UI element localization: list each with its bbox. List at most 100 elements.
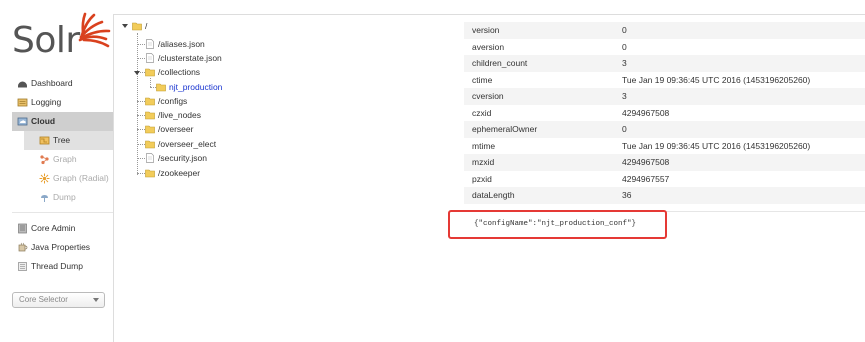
file-icon bbox=[146, 53, 154, 63]
sidebar-item-thread-dump[interactable]: Thread Dump bbox=[12, 257, 113, 276]
property-key: cversion bbox=[472, 91, 504, 101]
node-properties-table: version 0 aversion 0 children_count 3 ctime… bbox=[464, 22, 865, 204]
sidebar-item-label: Thread Dump bbox=[31, 261, 83, 271]
sidebar-subitem-label: Graph (Radial) bbox=[53, 173, 109, 183]
tree-connector bbox=[150, 78, 151, 87]
property-row: czxid 4294967508 bbox=[464, 105, 865, 122]
property-row: cversion 3 bbox=[464, 88, 865, 105]
folder-icon bbox=[132, 22, 142, 31]
property-key: mzxid bbox=[472, 157, 495, 167]
sidebar-subitem-label: Tree bbox=[53, 135, 71, 145]
file-icon bbox=[146, 153, 154, 163]
property-row: version 0 bbox=[464, 22, 865, 39]
tree-icon bbox=[39, 136, 50, 145]
tree-connector bbox=[137, 158, 145, 159]
property-key: dataLength bbox=[472, 190, 515, 200]
property-value: 4294967557 bbox=[622, 173, 670, 184]
sidebar-subitem-dump[interactable]: Dump bbox=[24, 188, 113, 207]
property-row: dataLength 36 bbox=[464, 187, 865, 204]
tree-node-label: /configs bbox=[158, 96, 188, 106]
graph-icon bbox=[40, 155, 49, 165]
property-value: 3 bbox=[622, 58, 627, 68]
cloud-icon bbox=[17, 117, 28, 126]
property-key: mtime bbox=[472, 140, 496, 151]
solr-sun-icon bbox=[78, 12, 111, 48]
sidebar-item-label: Cloud bbox=[31, 116, 56, 126]
logo-text: Solr bbox=[12, 20, 80, 61]
sidebar-item-label: Logging bbox=[31, 97, 62, 107]
solr-logo[interactable]: Solr bbox=[12, 10, 111, 62]
folder-icon bbox=[145, 169, 155, 178]
property-value: 4294967508 bbox=[622, 107, 670, 118]
property-value: 3 bbox=[622, 91, 627, 101]
tree-node-label: / bbox=[145, 21, 148, 31]
core-selector-placeholder: Core Selector bbox=[19, 295, 68, 304]
property-value: Tue Jan 19 09:36:45 UTC 2016 (1453196205… bbox=[622, 140, 811, 151]
thread-dump-icon bbox=[18, 262, 27, 271]
sidebar-item-logging[interactable]: Logging bbox=[12, 93, 113, 112]
sidebar-divider bbox=[12, 207, 113, 213]
property-key: czxid bbox=[472, 107, 492, 118]
property-row: aversion 0 bbox=[464, 39, 865, 56]
tree-node-label: /overseer bbox=[158, 124, 194, 134]
core-admin-icon bbox=[18, 223, 27, 234]
java-properties-icon bbox=[18, 242, 28, 252]
tree-connector bbox=[137, 44, 145, 45]
file-icon bbox=[146, 39, 154, 49]
tree-node-label: /live_nodes bbox=[158, 110, 202, 120]
tree-node-label: /zookeeper bbox=[158, 168, 201, 178]
sidebar-item-label: Java Properties bbox=[31, 242, 91, 252]
property-value: 0 bbox=[622, 41, 627, 52]
folder-icon bbox=[145, 111, 155, 120]
sidebar-subitem-label: Dump bbox=[53, 192, 76, 202]
expand-toggle-icon[interactable] bbox=[134, 71, 140, 75]
expand-toggle-icon[interactable] bbox=[122, 24, 128, 28]
tree-node-label: njt_production bbox=[169, 82, 223, 92]
property-row: ephemeralOwner 0 bbox=[464, 121, 865, 138]
property-value: 0 bbox=[622, 124, 627, 134]
property-key: ctime bbox=[472, 74, 493, 85]
property-value: 4294967508 bbox=[622, 157, 670, 167]
main-panel: / /aliases.json /clusterstate.json /coll… bbox=[113, 14, 865, 342]
tree-connector bbox=[137, 33, 138, 175]
sidebar-subitem-graph[interactable]: Graph bbox=[24, 150, 113, 169]
property-value: 0 bbox=[622, 25, 627, 35]
dashboard-icon bbox=[18, 81, 27, 88]
property-key: aversion bbox=[472, 41, 505, 52]
dump-icon bbox=[41, 195, 48, 202]
sidebar-subitem-graph-radial[interactable]: Graph (Radial) bbox=[24, 169, 113, 188]
tree-connector bbox=[137, 58, 145, 59]
property-row: ctime Tue Jan 19 09:36:45 UTC 2016 (14531… bbox=[464, 72, 865, 89]
tree-node-label: /aliases.json bbox=[158, 39, 205, 49]
sidebar-nav: Dashboard Logging Cloud Tree Graph Graph… bbox=[12, 74, 113, 276]
tree-node-label: /clusterstate.json bbox=[158, 53, 222, 63]
property-value: Tue Jan 19 09:36:45 UTC 2016 (1453196205… bbox=[622, 74, 811, 85]
sidebar-item-cloud[interactable]: Cloud bbox=[12, 112, 113, 131]
folder-icon bbox=[145, 97, 155, 106]
tree-connector bbox=[137, 144, 145, 145]
folder-icon bbox=[145, 68, 155, 77]
property-row: mzxid 4294967508 bbox=[464, 154, 865, 171]
property-key: pzxid bbox=[472, 173, 492, 184]
property-value: 36 bbox=[622, 190, 632, 200]
sidebar-item-java-properties[interactable]: Java Properties bbox=[12, 238, 113, 257]
sidebar-item-core-admin[interactable]: Core Admin bbox=[12, 219, 113, 238]
core-selector-dropdown[interactable]: Core Selector bbox=[12, 292, 105, 308]
graph-radial-icon bbox=[39, 173, 50, 184]
annotation-highlight-box bbox=[448, 210, 667, 239]
sidebar-item-dashboard[interactable]: Dashboard bbox=[12, 74, 113, 93]
sidebar-item-label: Core Admin bbox=[31, 223, 76, 233]
logging-icon bbox=[17, 98, 28, 107]
sidebar-item-label: Dashboard bbox=[31, 78, 73, 88]
property-key: ephemeralOwner bbox=[472, 124, 538, 134]
folder-icon bbox=[145, 125, 155, 134]
tree-node-label: /collections bbox=[158, 67, 201, 77]
tree-connector bbox=[137, 173, 145, 174]
property-row: children_count 3 bbox=[464, 55, 865, 72]
folder-icon bbox=[145, 140, 155, 149]
folder-icon bbox=[156, 83, 166, 92]
tree-node-label: /overseer_elect bbox=[158, 139, 217, 149]
chevron-down-icon bbox=[93, 298, 99, 302]
tree-connector bbox=[137, 115, 145, 116]
sidebar-subitem-tree[interactable]: Tree bbox=[24, 131, 113, 150]
